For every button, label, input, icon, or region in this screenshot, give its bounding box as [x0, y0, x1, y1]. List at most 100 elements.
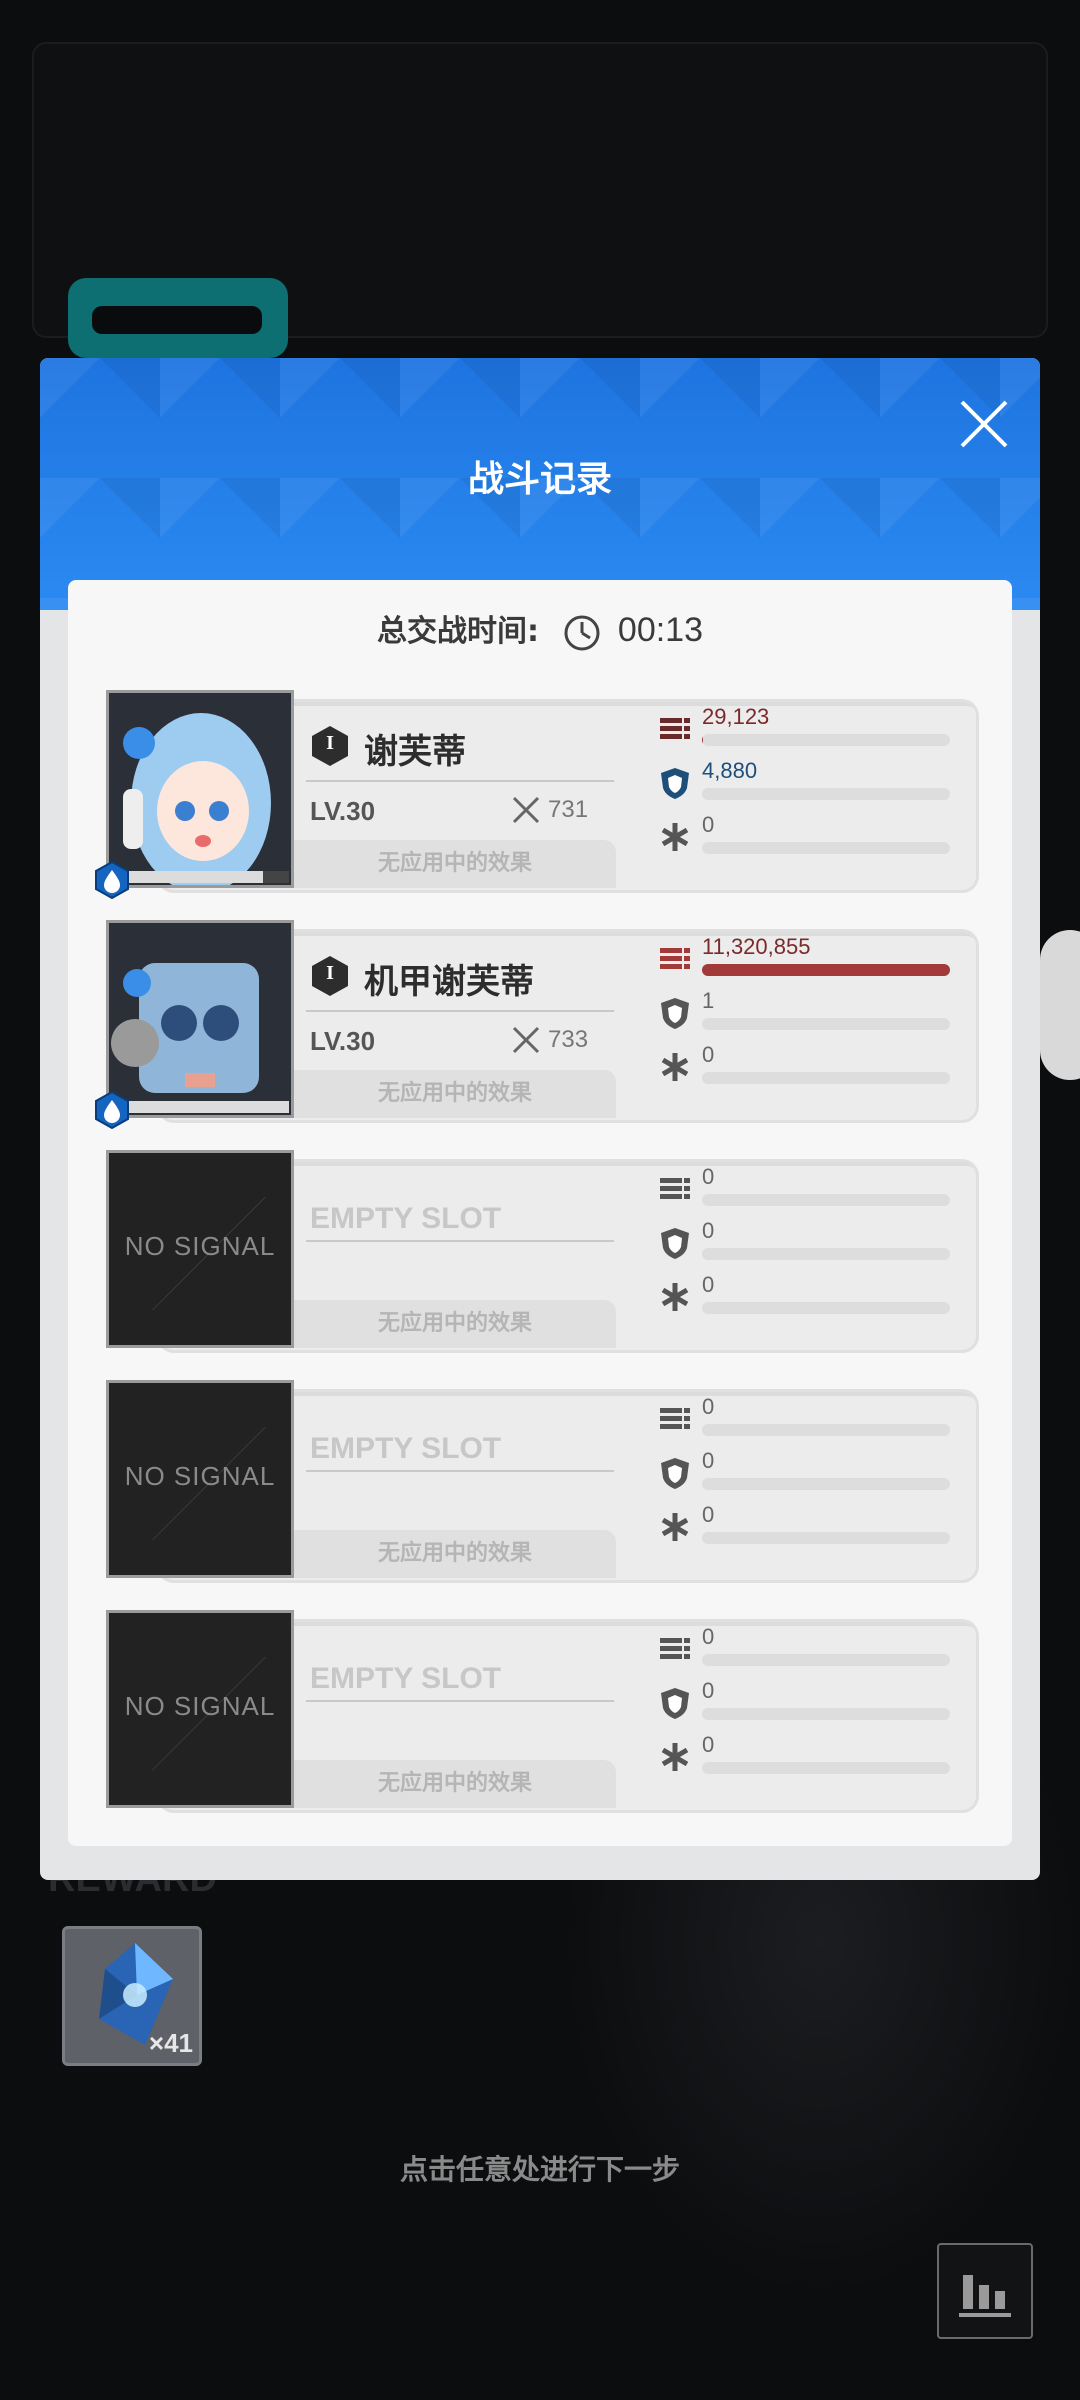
level-label: LV.30 [310, 796, 376, 826]
defense-stat: 1 [658, 988, 958, 1040]
damage-value: 0 [702, 1624, 715, 1649]
heal-bar [702, 1532, 950, 1544]
heal-value: 0 [702, 812, 715, 837]
asterisk-icon [661, 823, 689, 851]
divider [306, 1010, 614, 1012]
crossed-swords-icon [512, 796, 540, 824]
shield-icon [661, 998, 689, 1029]
modal-header: 战斗记录 [40, 358, 1040, 610]
no-signal-portrait: NO SIGNAL [106, 1380, 294, 1578]
battle-record-modal: 战斗记录 总交战时间: 00:13 I 谢芙蒂 LV.30 731 无应用中的效… [40, 358, 1040, 1880]
modal-title: 战斗记录 [467, 459, 612, 500]
heal-value: 0 [702, 1502, 715, 1527]
divider [306, 1470, 614, 1472]
squad-row-3[interactable]: NO SIGNAL EMPTY SLOT 无应用中的效果 0 0 0 [106, 1150, 976, 1350]
bullets-icon [660, 1638, 690, 1659]
heal-stat: 0 [658, 812, 958, 864]
shield-icon [661, 1458, 689, 1489]
damage-value: 0 [702, 1164, 715, 1189]
bullets-icon [660, 948, 690, 969]
damage-stat: 11,320,855 [658, 934, 958, 986]
record-panel: 总交战时间: 00:13 I 谢芙蒂 LV.30 731 无应用中的效果 29,… [68, 580, 1012, 1846]
empty-slot-label: EMPTY SLOT [310, 1662, 502, 1695]
damage-bar [702, 734, 950, 746]
hp-bar [119, 871, 289, 883]
defense-value: 0 [702, 1448, 715, 1473]
squad-row-1[interactable]: I 谢芙蒂 LV.30 731 无应用中的效果 29,123 4,880 0 [95, 690, 976, 900]
no-signal-text: NO SIGNAL [124, 1691, 276, 1721]
combat-power: 733 [548, 1026, 589, 1053]
no-signal-portrait: NO SIGNAL [106, 1610, 294, 1808]
crossed-swords-icon [512, 1026, 540, 1054]
effects-status: 无应用中的效果 [294, 1530, 616, 1578]
reward-item[interactable]: ×41 [62, 1926, 202, 2066]
defense-bar [702, 788, 950, 800]
defense-value: 4,880 [702, 758, 758, 783]
bar-chart-icon [959, 2275, 1011, 2317]
damage-stat: 0 [658, 1394, 958, 1446]
squad-row-2[interactable]: I 机甲谢芙蒂 LV.30 733 无应用中的效果 11,320,855 1 0 [95, 920, 976, 1130]
asterisk-icon [661, 1053, 689, 1081]
shield-icon [661, 768, 689, 799]
heal-stat: 0 [658, 1042, 958, 1094]
empty-slot-label: EMPTY SLOT [310, 1432, 502, 1465]
defense-bar [702, 1708, 950, 1720]
divider [306, 1240, 614, 1242]
background-tag [68, 278, 288, 358]
level-label: LV.30 [310, 1026, 376, 1056]
no-signal-portrait: NO SIGNAL [106, 1150, 294, 1348]
no-signal-text: NO SIGNAL [124, 1231, 276, 1261]
heal-value: 0 [702, 1042, 715, 1067]
defense-value: 0 [702, 1218, 715, 1243]
shield-icon [661, 1688, 689, 1719]
damage-bar [702, 1194, 950, 1206]
heal-bar [702, 1302, 950, 1314]
heal-value: 0 [702, 1732, 715, 1757]
hp-bar [119, 1101, 289, 1113]
asterisk-icon [661, 1513, 689, 1541]
effects-status: 无应用中的效果 [294, 1070, 616, 1118]
squad-row-4[interactable]: NO SIGNAL EMPTY SLOT 无应用中的效果 0 0 0 [106, 1380, 976, 1580]
combat-power: 731 [548, 796, 589, 823]
asterisk-icon [661, 1283, 689, 1311]
defense-bar [702, 1018, 950, 1030]
battle-time-value: 00:13 [617, 611, 703, 649]
character-portrait [106, 690, 294, 888]
defense-stat: 0 [658, 1678, 958, 1730]
damage-bar [702, 1654, 950, 1666]
rank-label: I [326, 962, 334, 984]
character-art [109, 693, 291, 885]
water-element-icon [95, 860, 129, 900]
continue-hint[interactable]: 点击任意处进行下一步 [0, 2148, 1080, 2188]
defense-stat: 4,880 [658, 758, 958, 810]
damage-stat: 0 [658, 1164, 958, 1216]
damage-bar [702, 964, 950, 976]
heal-bar [702, 1762, 950, 1774]
heal-stat: 0 [658, 1732, 958, 1784]
damage-value: 11,320,855 [702, 934, 811, 959]
damage-stat: 29,123 [658, 704, 958, 756]
water-element-icon [95, 1090, 129, 1130]
effects-status: 无应用中的效果 [294, 840, 616, 888]
heal-bar [702, 842, 950, 854]
divider [306, 1700, 614, 1702]
close-button[interactable] [954, 394, 1014, 454]
stats-button[interactable] [937, 2243, 1033, 2339]
background-decoration [1040, 930, 1080, 1080]
damage-value: 29,123 [702, 704, 770, 729]
defense-stat: 0 [658, 1218, 958, 1270]
close-icon [960, 400, 1008, 448]
character-portrait [106, 920, 294, 1118]
shield-icon [661, 1228, 689, 1259]
defense-bar [702, 1478, 950, 1490]
squad-row-5[interactable]: NO SIGNAL EMPTY SLOT 无应用中的效果 0 0 0 [106, 1610, 976, 1810]
character-art [109, 923, 291, 1115]
damage-stat: 0 [658, 1624, 958, 1676]
character-name: 机甲谢芙蒂 [364, 962, 534, 1002]
divider [306, 780, 614, 782]
effects-status: 无应用中的效果 [294, 1300, 616, 1348]
heal-value: 0 [702, 1272, 715, 1297]
character-name: 谢芙蒂 [364, 732, 466, 772]
battle-time: 总交战时间: 00:13 [68, 606, 1012, 652]
damage-value: 0 [702, 1394, 715, 1419]
